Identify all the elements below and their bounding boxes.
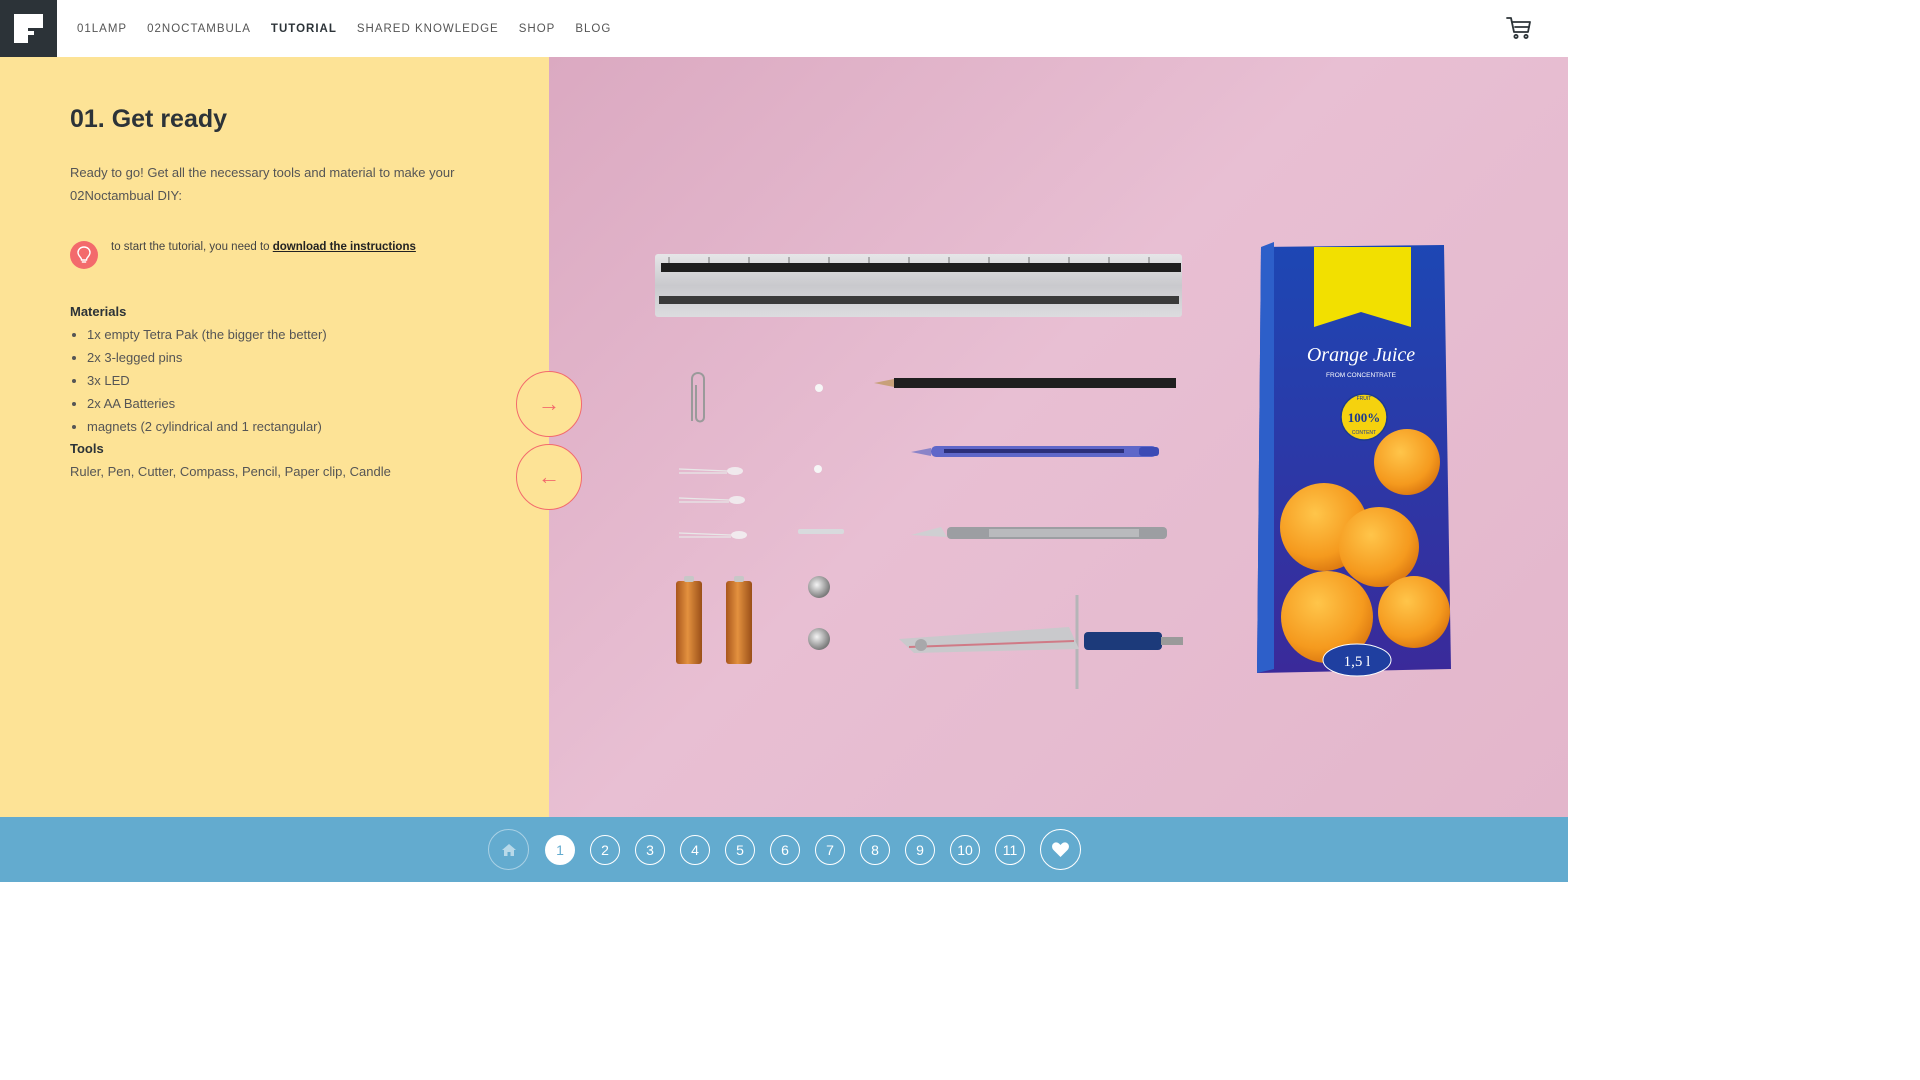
step-7[interactable]: 7 <box>815 834 845 865</box>
nav-item-blog[interactable]: BLOG <box>575 23 611 35</box>
lightbulb-icon <box>70 241 98 269</box>
page-title: 01. Get ready <box>70 105 228 133</box>
brand-logo-icon[interactable] <box>0 0 57 57</box>
batteries <box>676 576 752 664</box>
materials-heading: Materials <box>70 304 127 319</box>
cylindrical-magnets <box>808 576 830 650</box>
juice-badge-bottom: CONTENT <box>1352 430 1376 436</box>
cart-icon[interactable] <box>1506 16 1532 40</box>
step-2[interactable]: 2 <box>590 834 620 865</box>
pins <box>814 384 823 473</box>
tools-text: Ruler, Pen, Cutter, Compass, Pencil, Pap… <box>70 464 391 479</box>
step-6[interactable]: 6 <box>770 834 800 865</box>
step-1[interactable]: 1 <box>545 834 575 865</box>
intro-text: Ready to go! Get all the necessary tools… <box>70 165 455 203</box>
ruler <box>655 254 1182 317</box>
nav-item-02noctambula[interactable]: 02NOCTAMBULA <box>147 23 251 35</box>
list-item: 2x 3-legged pins <box>87 346 327 369</box>
step-11[interactable]: 11 <box>995 834 1025 865</box>
juice-box: Orange Juice FROM CONCENTRATE FRUIT 100%… <box>1257 242 1451 677</box>
step-4[interactable]: 4 <box>680 834 710 865</box>
list-item: magnets (2 cylindrical and 1 rectangular… <box>87 415 327 438</box>
step-9[interactable]: 9 <box>905 834 935 865</box>
heart-icon[interactable] <box>1040 829 1081 870</box>
list-item: 2x AA Batteries <box>87 392 327 415</box>
tip-prefix: to start the tutorial, you need to <box>111 241 273 253</box>
step-10[interactable]: 10 <box>950 834 980 865</box>
materials-illustration: Orange Juice FROM CONCENTRATE FRUIT 100%… <box>655 242 1451 689</box>
tools-heading: Tools <box>70 441 104 456</box>
step-3[interactable]: 3 <box>635 834 665 865</box>
step-5[interactable]: 5 <box>725 834 755 865</box>
paper-clip <box>691 372 705 423</box>
home-icon[interactable] <box>488 829 529 870</box>
materials-list: 1x empty Tetra Pak (the bigger the bette… <box>70 323 327 438</box>
list-item: 3x LED <box>87 369 327 392</box>
download-instructions-link[interactable]: download the instructions <box>273 241 416 253</box>
nav-item-tutorial[interactable]: TUTORIAL <box>271 23 337 35</box>
step-pager-bar: 1 2 3 4 5 6 7 8 9 10 11 <box>0 817 1568 882</box>
cutter <box>911 527 1167 539</box>
next-step-button[interactable]: → <box>516 371 582 437</box>
materials-photo: Orange Juice FROM CONCENTRATE FRUIT 100%… <box>549 57 1568 817</box>
nav-item-01lamp[interactable]: 01LAMP <box>77 23 127 35</box>
header: 01LAMP 02NOCTAMBULA TUTORIAL SHARED KNOW… <box>0 0 1568 57</box>
juice-subtitle: FROM CONCENTRATE <box>1326 372 1397 379</box>
tip: to start the tutorial, you need to downl… <box>70 241 416 269</box>
pen <box>911 446 1159 457</box>
nav-item-shared-knowledge[interactable]: SHARED KNOWLEDGE <box>357 23 499 35</box>
compass <box>899 595 1183 689</box>
leds <box>678 468 732 538</box>
pencil <box>874 378 1176 388</box>
list-item: 1x empty Tetra Pak (the bigger the bette… <box>87 323 327 346</box>
prev-step-button[interactable]: ← <box>516 444 582 510</box>
step-8[interactable]: 8 <box>860 834 890 865</box>
juice-title: Orange Juice <box>1307 344 1415 366</box>
nav-item-shop[interactable]: SHOP <box>519 23 556 35</box>
juice-badge-top: FRUIT <box>1357 396 1372 402</box>
juice-volume: 1,5 l <box>1344 654 1371 670</box>
tip-text: to start the tutorial, you need to downl… <box>111 241 416 253</box>
juice-badge: 100% <box>1348 410 1381 425</box>
rectangular-magnet <box>798 529 844 534</box>
step-content-panel: 01. Get ready Ready to go! Get all the n… <box>0 57 549 817</box>
step-pager: 1 2 3 4 5 6 7 8 9 10 11 <box>488 829 1081 870</box>
main-nav: 01LAMP 02NOCTAMBULA TUTORIAL SHARED KNOW… <box>77 0 611 57</box>
